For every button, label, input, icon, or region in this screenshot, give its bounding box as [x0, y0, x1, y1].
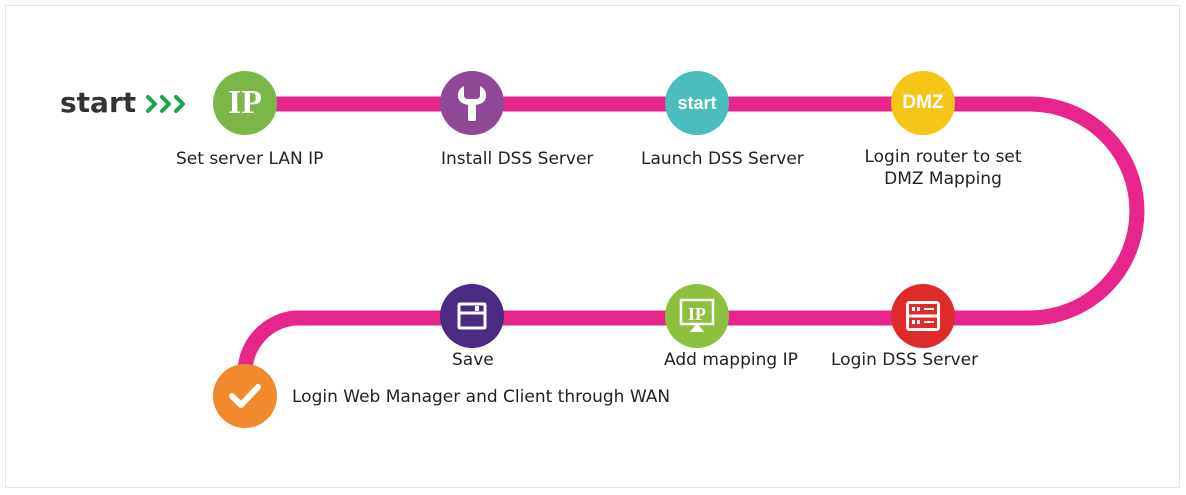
step-login-dss-node	[891, 284, 955, 348]
ip-icon: IP	[228, 84, 262, 121]
start-arrows-icon	[146, 95, 185, 113]
start-title: start	[60, 86, 137, 119]
step-launch-dss-node: start	[665, 71, 729, 135]
step-add-mapping-node: IP	[665, 284, 729, 348]
check-icon	[229, 384, 261, 408]
step-install-dss-label: Install DSS Server	[441, 149, 594, 169]
step-set-server-ip-node: IP	[213, 71, 277, 135]
monitor-ip-icon: IP	[679, 298, 715, 332]
flow-path	[146, 95, 1145, 400]
step-dmz-label-line2: DMZ Mapping	[884, 169, 1002, 189]
step-dmz-label-line1: Login router to set	[864, 147, 1022, 167]
step-install-dss-node	[440, 71, 504, 135]
step-set-server-ip-label: Set server LAN IP	[176, 149, 324, 169]
step-save-label: Save	[452, 350, 494, 370]
step-save-node	[440, 284, 504, 348]
monitor-ip-text: IP	[688, 304, 706, 324]
server-icon	[906, 301, 940, 331]
step-login-web-label: Login Web Manager and Client through WAN	[292, 387, 671, 407]
dmz-icon: DMZ	[902, 92, 944, 113]
wrench-icon	[458, 86, 486, 121]
step-login-web-node	[213, 364, 277, 428]
step-launch-dss-label: Launch DSS Server	[641, 149, 804, 169]
save-icon	[457, 302, 487, 330]
step-dmz-label: Login router to set DMZ Mapping	[843, 146, 1043, 190]
step-dmz-node: DMZ	[891, 71, 955, 135]
start-icon: start	[677, 92, 717, 113]
step-add-mapping-label: Add mapping IP	[664, 350, 798, 370]
step-login-dss-label: Login DSS Server	[831, 350, 979, 370]
